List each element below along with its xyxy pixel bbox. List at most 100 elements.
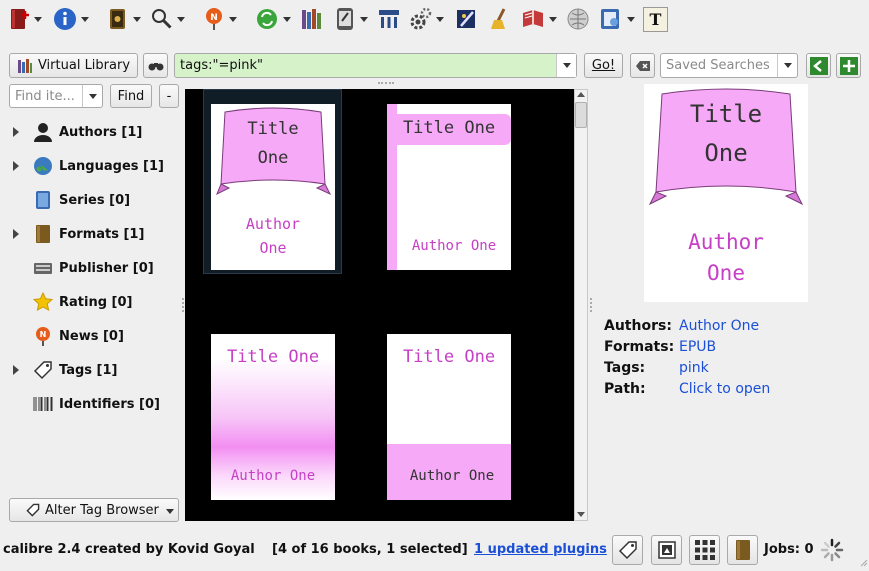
chevron-down-icon xyxy=(562,63,571,68)
connect-share-button[interactable] xyxy=(377,5,401,33)
series-icon xyxy=(33,190,53,210)
tag-category-label: Languages [1] xyxy=(59,158,164,174)
virtual-library-button[interactable]: Virtual Library xyxy=(9,53,138,78)
scroll-down-icon[interactable] xyxy=(577,512,585,517)
add-saved-search-button[interactable] xyxy=(836,53,861,78)
tag-category-publisher[interactable]: Publisher [0] xyxy=(0,254,180,282)
edit-book-button[interactable] xyxy=(455,5,479,33)
tag-category-label: Rating [0] xyxy=(59,294,133,310)
preferences-button[interactable] xyxy=(410,5,444,33)
book-cover[interactable]: Title One Author One xyxy=(211,334,335,500)
cover-author: Author One xyxy=(230,468,316,484)
authors-link[interactable]: Author One xyxy=(679,318,759,334)
scroll-up-icon[interactable] xyxy=(577,92,585,97)
formats-icon xyxy=(33,224,53,244)
save-search-icon xyxy=(809,56,828,75)
connect-share-icon xyxy=(379,10,399,28)
search-options-button[interactable] xyxy=(143,53,168,78)
tag-category-tags[interactable]: Tags [1] xyxy=(0,356,180,384)
tag-category-rating[interactable]: Rating [0] xyxy=(0,288,180,316)
search-input[interactable]: tags:"=pink" xyxy=(174,53,577,78)
copy-search-button[interactable] xyxy=(806,53,831,78)
remove-books-icon xyxy=(257,9,277,29)
go-button[interactable]: Go! xyxy=(584,53,623,78)
edit-book-icon xyxy=(457,10,475,28)
resize-grip-icon[interactable] xyxy=(858,556,868,567)
book-info-button[interactable] xyxy=(53,5,89,33)
go-label: Go! xyxy=(591,58,616,73)
tag-category-news[interactable]: N News [0] xyxy=(0,322,180,350)
library-button[interactable] xyxy=(300,5,324,33)
convert-books-button[interactable] xyxy=(107,5,141,33)
collapse-all-button[interactable]: - xyxy=(159,84,179,108)
find-placeholder: Find ite... xyxy=(15,88,75,104)
tag-category-languages[interactable]: Languages [1] xyxy=(0,152,180,180)
wikipedia-icon xyxy=(567,8,589,30)
view-book-button[interactable] xyxy=(521,5,557,33)
find-button[interactable]: Find xyxy=(110,84,152,108)
tag-category-formats[interactable]: Formats [1] xyxy=(0,220,180,248)
expand-arrow-icon[interactable] xyxy=(13,365,19,375)
search-history-dropdown[interactable] xyxy=(556,54,576,77)
tag-category-label: News [0] xyxy=(59,328,124,344)
path-link[interactable]: Click to open xyxy=(679,381,770,397)
alter-tag-browser-label: Alter Tag Browser xyxy=(45,502,159,518)
library-icon xyxy=(302,9,321,29)
tag-category-label: Formats [1] xyxy=(59,226,145,242)
cover-title-line: One xyxy=(257,148,289,168)
cover-browser-toggle-button[interactable] xyxy=(727,535,758,565)
main-toolbar: N T xyxy=(0,0,869,38)
plus-icon xyxy=(839,56,858,75)
author-icon xyxy=(33,122,53,142)
send-to-device-button[interactable] xyxy=(334,5,368,33)
remove-books-button[interactable] xyxy=(255,5,291,33)
grid-icon xyxy=(694,540,715,560)
find-history-dropdown[interactable] xyxy=(82,85,102,107)
tag-category-authors[interactable]: Authors [1] xyxy=(0,118,180,146)
text-tool-button[interactable]: T xyxy=(643,5,668,33)
splitter-handle[interactable] xyxy=(182,298,184,312)
saved-searches-placeholder: Saved Searches xyxy=(666,58,770,73)
jobs-text[interactable]: Jobs: 0 xyxy=(764,542,814,557)
search-books-button[interactable] xyxy=(151,5,185,33)
preferences-icon xyxy=(410,7,432,30)
tag-category-identifiers[interactable]: Identifiers [0] xyxy=(0,390,180,418)
alter-tag-browser-button[interactable]: Alter Tag Browser xyxy=(9,498,179,522)
cover-grid-scrollbar[interactable] xyxy=(574,89,588,521)
book-count-text: [4 of 16 books, 1 selected] xyxy=(272,542,468,557)
open-book-folder-button[interactable] xyxy=(599,5,635,33)
book-cover[interactable]: Title One Author One xyxy=(387,104,511,270)
expand-arrow-icon[interactable] xyxy=(13,229,19,239)
add-books-icon xyxy=(11,9,29,29)
tags-link[interactable]: pink xyxy=(679,360,709,376)
cover-grid-toggle-button[interactable] xyxy=(689,535,720,565)
scrollbar-thumb[interactable] xyxy=(575,102,587,128)
formats-link[interactable]: EPUB xyxy=(679,339,716,355)
book-cover[interactable]: Title One Author One xyxy=(387,334,511,500)
cover-browser-icon xyxy=(735,540,750,560)
tag-category-series[interactable]: Series [0] xyxy=(0,186,180,214)
saved-searches-dropdown[interactable] xyxy=(777,54,797,77)
add-books-button[interactable] xyxy=(8,5,42,33)
collapse-label: - xyxy=(166,88,172,104)
updated-plugins-link[interactable]: 1 updated plugins xyxy=(474,542,607,557)
find-item-input[interactable]: Find ite... xyxy=(9,84,103,108)
wikipedia-button[interactable] xyxy=(566,5,590,33)
splitter-handle[interactable] xyxy=(590,298,592,312)
clear-search-button[interactable] xyxy=(630,53,655,78)
fetch-news-icon: N xyxy=(206,8,222,30)
chevron-down-icon xyxy=(783,63,792,68)
tag-category-label: Identifiers [0] xyxy=(59,396,160,412)
details-cover[interactable]: Title One Author One xyxy=(644,84,808,302)
tag-category-label: Series [0] xyxy=(59,192,131,208)
splitter-handle[interactable] xyxy=(378,82,394,84)
fetch-news-button[interactable]: N xyxy=(203,5,237,33)
tag-browser-toggle-button[interactable] xyxy=(612,535,643,565)
saved-searches-select[interactable]: Saved Searches xyxy=(660,53,798,78)
book-cover[interactable]: Title One Author One xyxy=(211,104,335,270)
polish-books-button[interactable] xyxy=(488,5,512,33)
book-details-toggle-button[interactable] xyxy=(651,535,682,565)
app-version-text: calibre 2.4 created by Kovid Goyal xyxy=(3,542,255,557)
expand-arrow-icon[interactable] xyxy=(13,127,19,137)
expand-arrow-icon[interactable] xyxy=(13,161,19,171)
